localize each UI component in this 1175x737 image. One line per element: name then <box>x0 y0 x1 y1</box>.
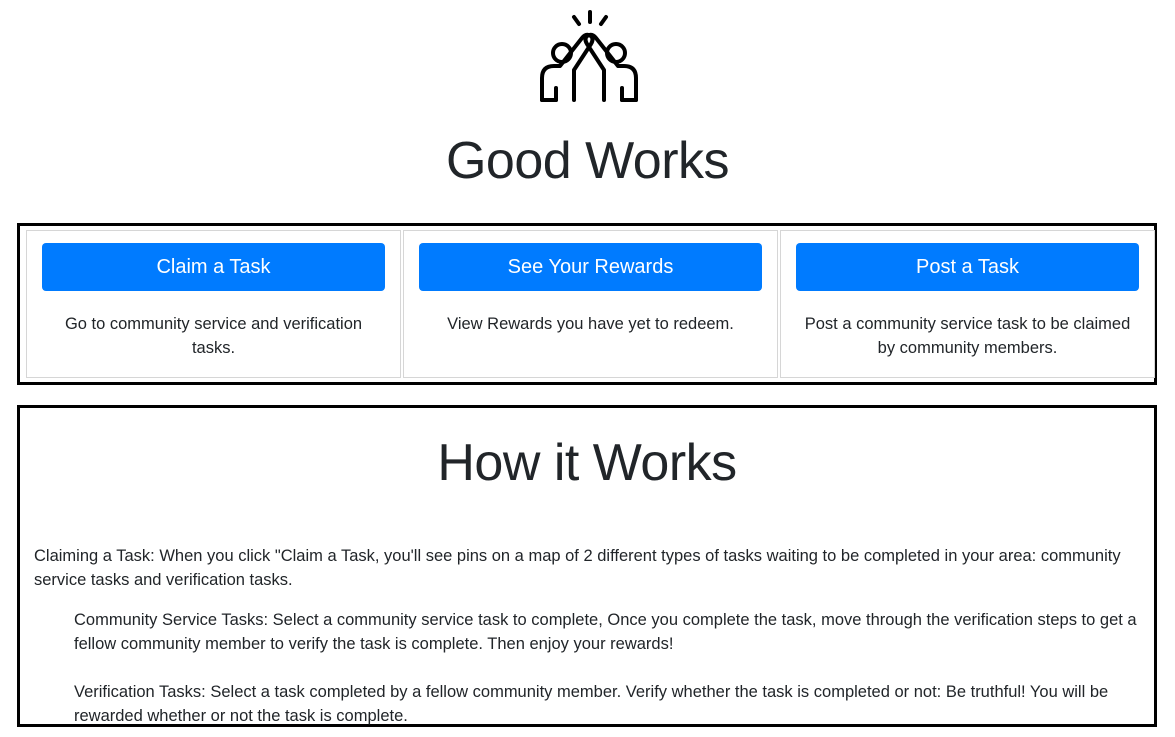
community-service-text: Community Service Tasks: Select a commun… <box>74 611 1137 653</box>
post-task-card: Post a Task Post a community service tas… <box>780 230 1155 378</box>
post-task-description: Post a community service task to be clai… <box>804 315 1131 357</box>
claim-task-card: Claim a Task Go to community service and… <box>26 230 401 378</box>
rewards-card: See Your Rewards View Rewards you have y… <box>403 230 778 378</box>
rewards-description: View Rewards you have yet to redeem. <box>447 315 734 333</box>
claim-task-description: Go to community service and verification… <box>64 315 363 357</box>
logo <box>0 8 1175 108</box>
verification-text: Verification Tasks: Select a task comple… <box>74 683 1109 725</box>
how-it-works-title: How it Works <box>437 434 737 492</box>
page: Good Works Claim a Task Go to community … <box>0 0 1175 737</box>
claiming-task-text: Claiming a Task: When you click "Claim a… <box>34 547 1121 589</box>
how-it-works-panel: How it Works Claiming a Task: When you c… <box>17 405 1157 727</box>
claim-task-button[interactable]: Claim a Task <box>42 243 385 291</box>
actions-panel: Claim a Task Go to community service and… <box>17 223 1157 385</box>
page-title: Good Works <box>445 132 730 190</box>
post-task-button[interactable]: Post a Task <box>796 243 1139 291</box>
see-rewards-button[interactable]: See Your Rewards <box>419 243 762 291</box>
high-five-icon <box>539 10 638 102</box>
